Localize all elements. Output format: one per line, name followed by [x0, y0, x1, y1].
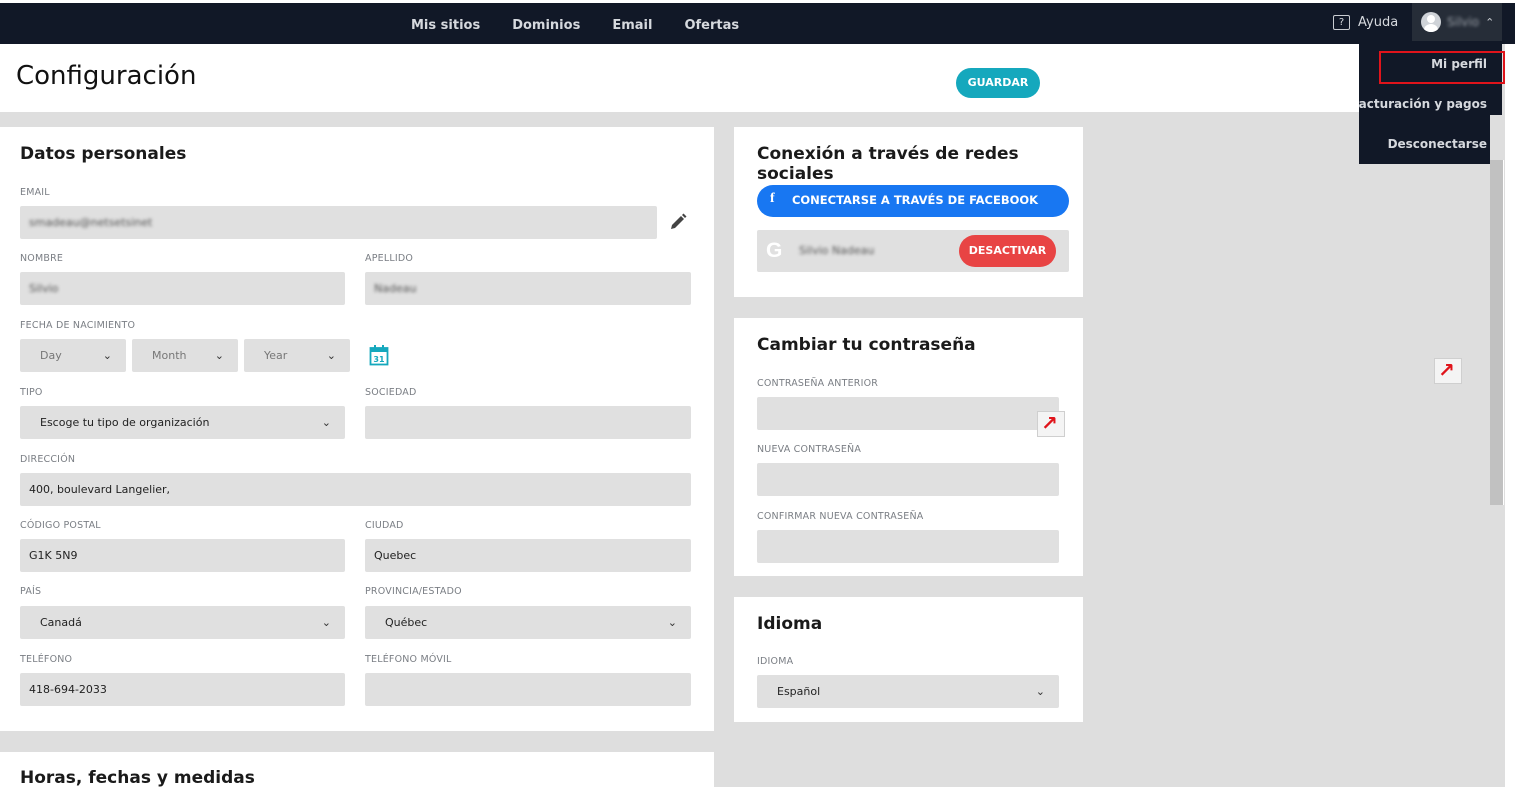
question-icon: ?: [1333, 15, 1350, 30]
apellido-label: APELLIDO: [365, 253, 414, 264]
pais-select[interactable]: Canadá ⌄: [20, 606, 345, 639]
provincia-value: Québec: [385, 616, 428, 629]
confirm-password-field[interactable]: [757, 530, 1059, 563]
chevron-down-icon: ⌄: [667, 616, 677, 629]
units-panel: Horas, fechas y medidas: [0, 752, 714, 787]
direccion-field[interactable]: 400, boulevard Langelier,: [20, 473, 691, 506]
old-password-label: CONTRASEÑA ANTERIOR: [757, 378, 879, 389]
day-select[interactable]: Day ⌄: [20, 339, 126, 372]
ciudad-field[interactable]: Quebec: [365, 539, 691, 572]
avatar-icon: [1421, 12, 1441, 32]
ciudad-label: CIUDAD: [365, 520, 404, 531]
new-password-field[interactable]: [757, 463, 1059, 496]
scrollbar-thumb[interactable]: [1490, 160, 1504, 505]
tipo-value: Escoge tu tipo de organización: [40, 416, 210, 429]
nav-mis-sitios[interactable]: Mis sitios: [395, 18, 496, 33]
calendar-icon[interactable]: 31: [369, 344, 389, 366]
external-link-icon[interactable]: ↗: [1434, 358, 1462, 384]
section-title-units: Horas, fechas y medidas: [20, 768, 255, 787]
section-title-language: Idioma: [757, 614, 823, 634]
email-label: EMAIL: [20, 187, 50, 198]
username: Silvio: [1447, 15, 1480, 29]
apellido-field[interactable]: Nadeau: [365, 272, 691, 305]
confirm-password-label: CONFIRMAR NUEVA CONTRASEÑA: [757, 511, 924, 522]
social-panel: Conexión a través de redes sociales f CO…: [734, 127, 1083, 297]
section-title-social: Conexión a través de redes sociales: [757, 144, 1019, 184]
chevron-down-icon: ⌄: [321, 416, 331, 429]
page-header: Configuración GUARDAR: [0, 44, 1359, 112]
top-navigation-bar: Mis sitios Dominios Email Ofertas ? Ayud…: [0, 0, 1515, 44]
movil-label: TELÉFONO MÓVIL: [365, 654, 452, 665]
facebook-connect-button[interactable]: f CONECTARSE A TRAVÉS DE FACEBOOK: [757, 185, 1069, 217]
chevron-down-icon: ⌄: [102, 349, 112, 362]
language-panel: Idioma IDIOMA Español ⌄: [734, 597, 1083, 722]
nav-ofertas[interactable]: Ofertas: [668, 18, 755, 33]
page-title: Configuración: [16, 61, 197, 91]
chevron-up-icon: ⌃: [1485, 15, 1495, 29]
tipo-label: TIPO: [20, 387, 43, 398]
language-label: IDIOMA: [757, 656, 794, 667]
section-title-password: Cambiar tu contraseña: [757, 335, 976, 355]
provincia-select[interactable]: Québec ⌄: [365, 606, 691, 639]
help-label: Ayuda: [1358, 15, 1399, 30]
new-password-label: NUEVA CONTRASEÑA: [757, 444, 862, 455]
nombre-label: NOMBRE: [20, 253, 64, 264]
pais-label: PAÍS: [20, 586, 42, 597]
google-icon: G: [766, 239, 783, 262]
chevron-down-icon: ⌄: [214, 349, 224, 362]
apellido-value: Nadeau: [374, 282, 417, 295]
user-menu-button[interactable]: Silvio ⌃: [1412, 3, 1502, 41]
codigo-postal-field[interactable]: G1K 5N9: [20, 539, 345, 572]
chevron-down-icon: ⌄: [321, 616, 331, 629]
direccion-label: DIRECCIÓN: [20, 454, 76, 465]
save-button[interactable]: GUARDAR: [956, 68, 1040, 98]
facebook-connect-label: CONECTARSE A TRAVÉS DE FACEBOOK: [791, 193, 1039, 207]
month-value: Month: [152, 349, 187, 362]
svg-text:31: 31: [373, 355, 385, 364]
sociedad-field[interactable]: [365, 406, 691, 439]
telefono-value: 418-694-2033: [29, 683, 107, 696]
password-panel: Cambiar tu contraseña CONTRASEÑA ANTERIO…: [734, 318, 1083, 576]
year-value: Year: [264, 349, 288, 362]
chevron-down-icon: ⌄: [326, 349, 336, 362]
year-select[interactable]: Year ⌄: [244, 339, 350, 372]
google-account-row: G Silvio Nadeau DESACTIVAR: [757, 230, 1069, 272]
codigo-postal-label: CÓDIGO POSTAL: [20, 520, 101, 531]
menu-item-desconectarse[interactable]: Desconectarse: [1388, 137, 1487, 151]
birthdate-label: FECHA DE NACIMIENTO: [20, 320, 136, 331]
nombre-field[interactable]: Silvio: [20, 272, 345, 305]
google-account-name: Silvio Nadeau: [799, 244, 875, 257]
movil-field[interactable]: [365, 673, 691, 706]
tipo-select[interactable]: Escoge tu tipo de organización ⌄: [20, 406, 345, 439]
direccion-value: 400, boulevard Langelier,: [29, 483, 171, 496]
email-value: smadeau@netsetsinet: [29, 216, 153, 229]
nav-email[interactable]: Email: [596, 18, 668, 33]
nombre-value: Silvio: [29, 282, 59, 295]
ciudad-value: Quebec: [374, 549, 417, 562]
sociedad-label: SOCIEDAD: [365, 387, 417, 398]
language-select[interactable]: Español ⌄: [757, 675, 1059, 708]
telefono-label: TELÉFONO: [20, 654, 73, 665]
codigo-postal-value: G1K 5N9: [29, 549, 78, 562]
month-select[interactable]: Month ⌄: [132, 339, 238, 372]
personal-data-panel: Datos personales EMAIL smadeau@netsetsin…: [0, 127, 714, 731]
language-value: Español: [777, 685, 821, 698]
email-field[interactable]: smadeau@netsetsinet: [20, 206, 657, 239]
provincia-label: PROVINCIA/ESTADO: [365, 586, 462, 597]
deactivate-button[interactable]: DESACTIVAR: [959, 235, 1056, 267]
old-password-field[interactable]: [757, 397, 1059, 430]
section-title-personal: Datos personales: [20, 144, 187, 164]
main-nav: Mis sitios Dominios Email Ofertas: [395, 3, 755, 47]
nav-dominios[interactable]: Dominios: [496, 18, 596, 33]
chevron-down-icon: ⌄: [1035, 685, 1045, 698]
day-value: Day: [40, 349, 62, 362]
telefono-field[interactable]: 418-694-2033: [20, 673, 345, 706]
pencil-icon[interactable]: [668, 212, 688, 232]
menu-item-facturacion[interactable]: Facturación y pagos: [1351, 97, 1487, 111]
help-link[interactable]: ? Ayuda: [1333, 15, 1398, 30]
pais-value: Canadá: [40, 616, 82, 629]
external-link-icon[interactable]: ↗: [1037, 411, 1065, 437]
highlight-box: [1379, 51, 1505, 84]
window-edge: [1505, 44, 1515, 787]
